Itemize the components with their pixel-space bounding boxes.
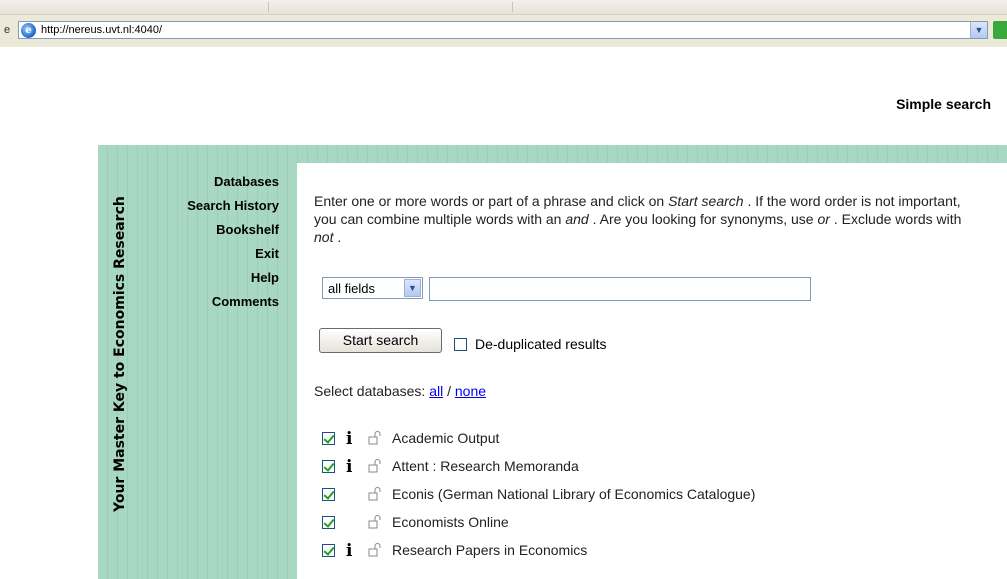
database-item: i Attent : Research Memoranda	[322, 457, 922, 485]
database-checkbox[interactable]	[322, 432, 335, 445]
database-name: Econis (German National Library of Econo…	[392, 486, 756, 502]
instructions-emphasis: and	[565, 211, 589, 227]
instructions-emphasis: Start search	[668, 193, 744, 209]
sidebar-nav: Databases Search History Bookshelf Exit …	[150, 170, 279, 314]
info-icon[interactable]: i	[346, 429, 352, 449]
select-none-link[interactable]: none	[455, 383, 486, 399]
address-url[interactable]: http://nereus.uvt.nl:4040/	[41, 24, 162, 36]
nav-databases[interactable]: Databases	[150, 170, 279, 194]
address-bar-row: e e http://nereus.uvt.nl:4040/ ▼	[0, 15, 1007, 47]
search-instructions: Enter one or more words or part of a phr…	[314, 192, 964, 246]
unlock-icon	[368, 459, 381, 473]
nav-bookshelf[interactable]: Bookshelf	[150, 218, 279, 242]
dedup-option: De-duplicated results	[454, 335, 607, 352]
unlock-icon	[368, 487, 381, 501]
browser-toolbar	[0, 0, 1007, 15]
address-label: e	[4, 24, 11, 36]
nav-exit[interactable]: Exit	[150, 242, 279, 266]
dedup-checkbox[interactable]	[454, 337, 467, 351]
start-search-button[interactable]: Start search	[319, 328, 442, 353]
toolbar-separator	[512, 2, 513, 12]
database-checkbox[interactable]	[322, 460, 335, 473]
database-checkbox[interactable]	[322, 544, 335, 557]
go-button[interactable]	[993, 21, 1007, 39]
search-content: Enter one or more words or part of a phr…	[297, 163, 1007, 579]
select-databases: Select databases: all / none	[314, 383, 486, 399]
dedup-label: De-duplicated results	[475, 336, 607, 353]
unlock-icon	[368, 515, 381, 529]
database-checkbox[interactable]	[322, 488, 335, 501]
instructions-text: . Are you looking for synonyms, use	[588, 211, 818, 227]
select-separator: /	[443, 383, 455, 399]
instructions-emphasis: or	[817, 211, 830, 227]
chevron-down-icon[interactable]: ▼	[404, 279, 421, 297]
database-item: i Research Papers in Economics	[322, 541, 922, 569]
database-name: Economists Online	[392, 514, 509, 530]
info-icon[interactable]: i	[346, 457, 352, 477]
info-icon[interactable]: i	[346, 541, 352, 561]
toolbar-separator	[268, 2, 269, 12]
instructions-emphasis: not	[314, 229, 334, 245]
instructions-text: Enter one or more words or part of a phr…	[314, 193, 669, 209]
field-select[interactable]: all fields ▼	[322, 277, 423, 299]
select-databases-label: Select databases:	[314, 383, 430, 399]
database-name: Academic Output	[392, 430, 500, 446]
database-name: Research Papers in Economics	[392, 542, 588, 558]
database-item: Econis (German National Library of Econo…	[322, 485, 922, 513]
field-select-value: all fields	[328, 281, 375, 296]
instructions-text: .	[333, 229, 342, 245]
instructions-text: . Exclude words with	[829, 211, 962, 227]
address-dropdown-icon[interactable]: ▼	[970, 22, 987, 38]
nav-comments[interactable]: Comments	[150, 290, 279, 314]
database-item: Economists Online	[322, 513, 922, 541]
search-input[interactable]	[429, 277, 811, 301]
unlock-icon	[368, 431, 381, 445]
nav-search-history[interactable]: Search History	[150, 194, 279, 218]
database-list: i Academic Output i Attent : Research Me…	[322, 429, 922, 569]
nav-help[interactable]: Help	[150, 266, 279, 290]
address-bar[interactable]: e http://nereus.uvt.nl:4040/ ▼	[18, 21, 988, 39]
database-checkbox[interactable]	[322, 516, 335, 529]
database-name: Attent : Research Memoranda	[392, 458, 579, 474]
page-heading: Simple search	[896, 96, 991, 112]
unlock-icon	[368, 543, 381, 557]
ie-page-icon: e	[21, 23, 36, 38]
site-tagline: Your Master Key to Economics Research	[112, 196, 128, 512]
select-all-link[interactable]: all	[429, 383, 443, 399]
database-item: i Academic Output	[322, 429, 922, 457]
